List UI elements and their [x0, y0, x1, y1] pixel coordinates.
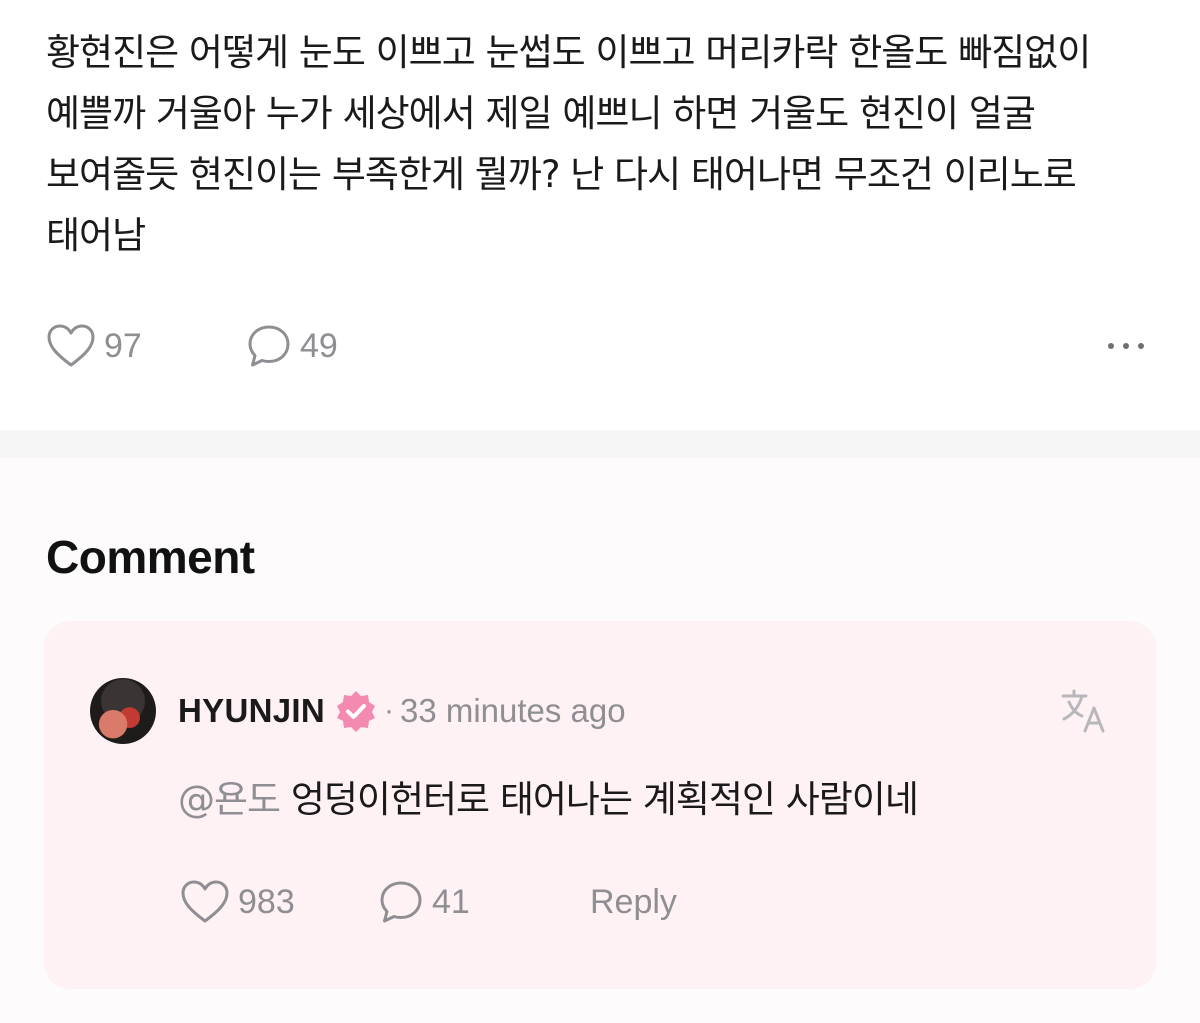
comment-card: HYUNJIN · 33 minutes ago @욘도 엉덩이헌터로 태어나는… — [44, 621, 1156, 989]
translate-icon[interactable] — [1060, 687, 1108, 735]
verified-badge-icon — [334, 689, 378, 733]
post: 황현진은 어떻게 눈도 이쁘고 눈썹도 이쁘고 머리카락 한올도 빠짐없이 예쁠… — [0, 0, 1200, 430]
comment-like-button[interactable]: 983 — [180, 878, 295, 926]
mention-link[interactable]: @욘도 — [178, 778, 281, 821]
post-actions: 97 49 — [46, 322, 1156, 370]
post-like-button[interactable]: 97 — [46, 322, 142, 370]
post-comment-count: 49 — [300, 326, 338, 365]
reply-button[interactable]: Reply — [590, 878, 677, 926]
author-name[interactable]: HYUNJIN — [178, 692, 325, 730]
more-options-button[interactable] — [1108, 328, 1144, 364]
heart-outline-icon — [180, 879, 230, 925]
comment-reply-count: 41 — [432, 882, 470, 921]
comment-text: 엉덩이헌터로 태어나는 계획적인 사람이네 — [280, 778, 919, 821]
post-like-count: 97 — [104, 326, 142, 365]
comment-section: Comment HYUNJIN · 33 minutes ago @욘도 엉덩이… — [0, 458, 1200, 1023]
avatar[interactable] — [90, 678, 156, 744]
separator-dot: · — [383, 694, 394, 727]
comment-timestamp: 33 minutes ago — [399, 692, 626, 729]
comment-section-title: Comment — [46, 531, 255, 583]
comment-author-row: HYUNJIN · 33 minutes ago — [178, 689, 626, 733]
post-body-text: 황현진은 어떻게 눈도 이쁘고 눈썹도 이쁘고 머리카락 한올도 빠짐없이 예쁠… — [46, 31, 1091, 257]
more-horizontal-icon — [1108, 343, 1114, 349]
speech-bubble-icon — [378, 879, 424, 925]
comment-actions: 983 41 Reply — [180, 878, 1080, 926]
comment-reply-count-button[interactable]: 41 — [378, 878, 470, 926]
comment-body: @욘도 엉덩이헌터로 태어나는 계획적인 사람이네 — [178, 769, 919, 823]
section-divider — [0, 430, 1200, 458]
post-comment-button[interactable]: 49 — [246, 322, 338, 370]
speech-bubble-icon — [246, 323, 292, 369]
comment-like-count: 983 — [238, 882, 295, 921]
heart-outline-icon — [46, 323, 96, 369]
